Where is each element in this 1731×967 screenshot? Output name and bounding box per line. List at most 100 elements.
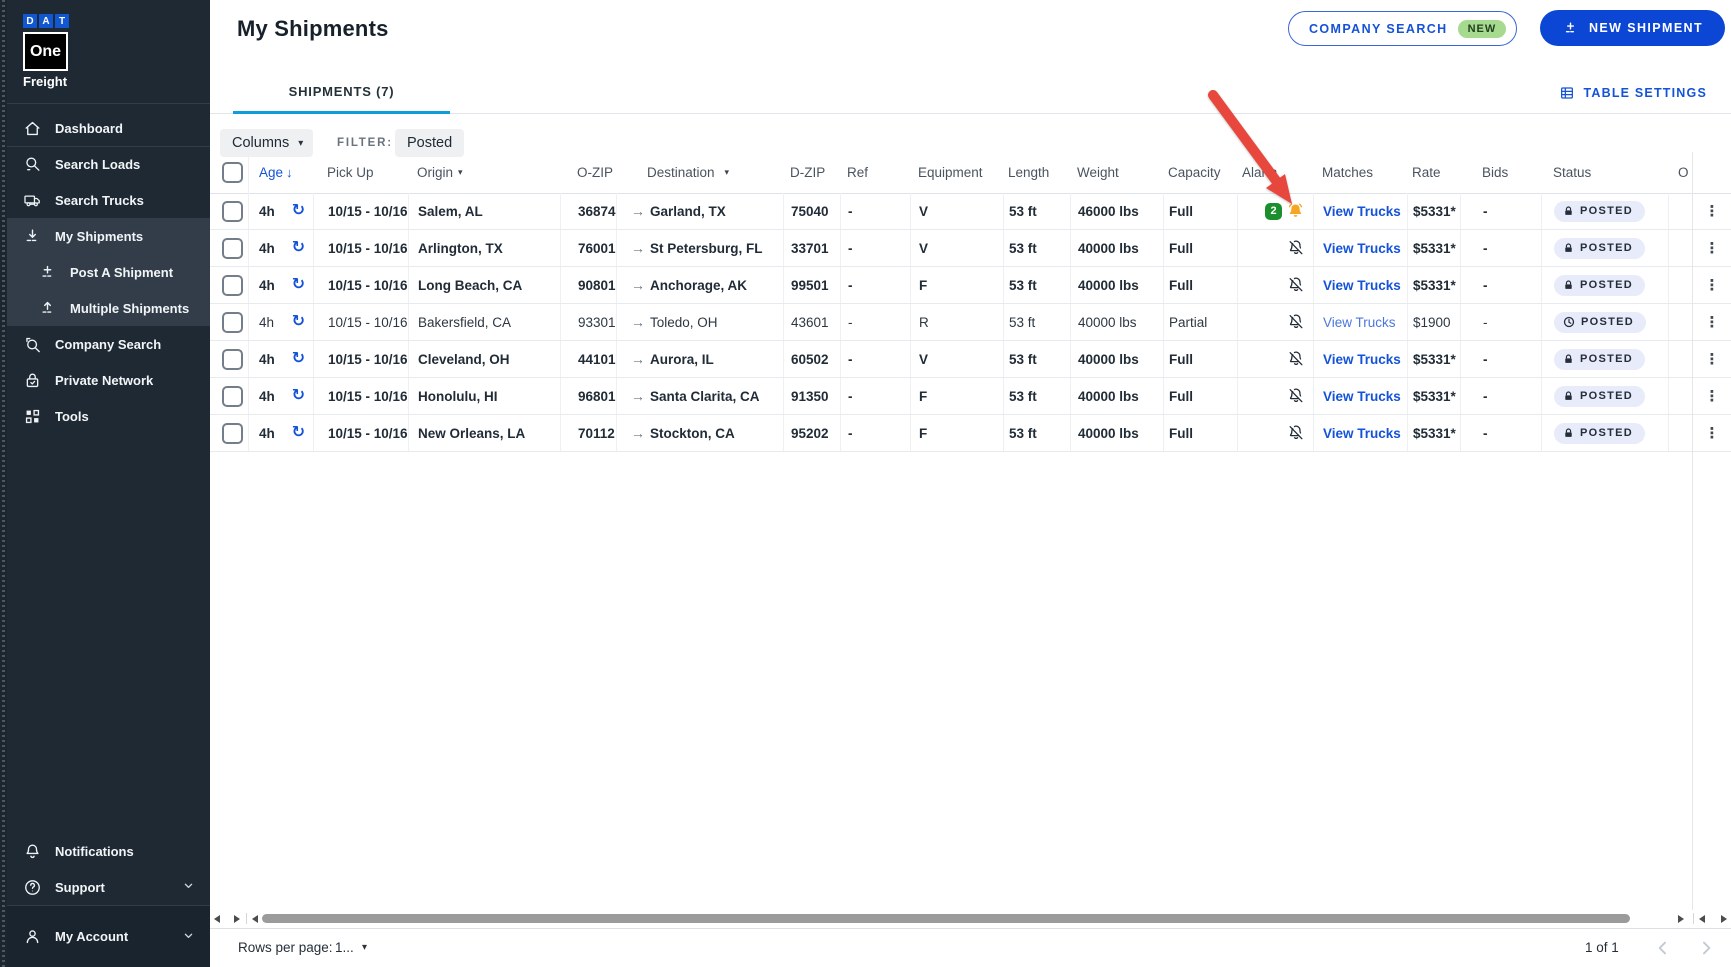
dat-one-freight-logo: D A T One Freight xyxy=(23,14,69,89)
new-shipment-button[interactable]: NEW SHIPMENT xyxy=(1540,10,1725,46)
capacity-cell: Full xyxy=(1163,230,1237,266)
refresh-icon[interactable]: ↻ xyxy=(292,351,305,367)
scroll-left-button[interactable] xyxy=(214,915,220,923)
refresh-icon[interactable]: ↻ xyxy=(292,277,305,293)
horizontal-scrollbar[interactable] xyxy=(210,913,1731,924)
kebab-icon: ⋮ xyxy=(1705,313,1720,331)
pickup-cell: 10/15 - 10/16 xyxy=(313,415,408,451)
bell-muted-icon[interactable] xyxy=(1287,387,1305,405)
row-actions-button[interactable]: ⋮ xyxy=(1692,230,1731,266)
row-checkbox[interactable] xyxy=(222,312,243,333)
row-actions-button[interactable]: ⋮ xyxy=(1692,415,1731,451)
column-header-capacity: Capacity xyxy=(1163,152,1237,193)
table-settings-button[interactable]: TABLE SETTINGS xyxy=(1559,85,1707,101)
row-checkbox[interactable] xyxy=(222,238,243,259)
row-checkbox[interactable] xyxy=(222,423,243,444)
bell-muted-icon[interactable] xyxy=(1287,239,1305,257)
overflow-cell xyxy=(1668,341,1692,377)
scroll-left-button[interactable] xyxy=(252,915,258,923)
sidebar-item-multiple-shipments[interactable]: Multiple Shipments xyxy=(0,290,210,326)
destination-cell: →Anchorage, AK xyxy=(616,267,783,303)
sidebar-item-post-a-shipment[interactable]: Post A Shipment xyxy=(0,254,210,290)
origin-cell: Salem, AL xyxy=(408,193,560,229)
length-cell: 53 ft xyxy=(1003,415,1070,451)
scroll-right-button[interactable] xyxy=(1678,915,1684,923)
select-all-cell xyxy=(210,152,248,193)
destination-cell: →St Petersburg, FL xyxy=(616,230,783,266)
row-checkbox[interactable] xyxy=(222,349,243,370)
row-actions-button[interactable]: ⋮ xyxy=(1692,378,1731,414)
row-checkbox[interactable] xyxy=(222,201,243,222)
matches-cell: View Trucks xyxy=(1313,230,1407,266)
view-trucks-link[interactable]: View Trucks xyxy=(1323,204,1401,219)
sidebar-item-label: Company Search xyxy=(55,337,161,352)
column-header-age[interactable]: Age↓ xyxy=(248,152,313,193)
row-actions-button[interactable]: ⋮ xyxy=(1692,193,1731,229)
arrow-right-icon: → xyxy=(631,351,645,367)
bell-muted-icon[interactable] xyxy=(1287,350,1305,368)
refresh-icon[interactable]: ↻ xyxy=(292,388,305,404)
scroll-left-button[interactable] xyxy=(1699,915,1705,923)
bell-muted-icon[interactable] xyxy=(1287,313,1305,331)
sidebar-item-notifications[interactable]: Notifications xyxy=(0,833,210,869)
weight-cell: 40000 lbs xyxy=(1070,304,1163,340)
sidebar-item-search-trucks[interactable]: Search Trucks xyxy=(0,182,210,218)
bids-cell: - xyxy=(1460,267,1541,303)
row-checkbox[interactable] xyxy=(222,275,243,296)
next-page-button[interactable] xyxy=(1693,935,1719,961)
company-search-button[interactable]: COMPANY SEARCH NEW xyxy=(1288,11,1517,46)
sidebar-item-company-search[interactable]: Company Search xyxy=(0,326,210,362)
view-trucks-link[interactable]: View Trucks xyxy=(1323,389,1401,404)
lock-icon xyxy=(1563,205,1574,217)
bell-muted-icon[interactable] xyxy=(1287,276,1305,294)
select-all-checkbox[interactable] xyxy=(222,162,243,183)
age-cell: 4h↻ xyxy=(248,267,313,303)
lock-icon xyxy=(1563,390,1574,402)
sidebar-item-private-network[interactable]: Private Network xyxy=(0,362,210,398)
lock-check-icon xyxy=(22,370,42,390)
sidebar-item-my-shipments[interactable]: My Shipments xyxy=(0,218,210,254)
view-trucks-link[interactable]: View Trucks xyxy=(1323,315,1396,330)
refresh-icon[interactable]: ↻ xyxy=(292,203,305,219)
age-cell: 4h↻ xyxy=(248,415,313,451)
sidebar-item-support[interactable]: Support xyxy=(0,869,210,905)
previous-page-button[interactable] xyxy=(1650,935,1676,961)
matches-cell: View Trucks xyxy=(1313,415,1407,451)
capacity-cell: Full xyxy=(1163,341,1237,377)
bell-muted-icon[interactable] xyxy=(1287,424,1305,442)
scroll-right-button[interactable] xyxy=(234,915,240,923)
scrollbar-thumb[interactable] xyxy=(262,914,1630,923)
refresh-icon[interactable]: ↻ xyxy=(292,314,305,330)
scroll-right-button[interactable] xyxy=(1721,915,1727,923)
tab-shipments[interactable]: SHIPMENTS (7) xyxy=(233,71,450,114)
sidebar-item-search-loads[interactable]: Search Loads xyxy=(0,146,210,182)
age-cell: 4h↻ xyxy=(248,341,313,377)
row-select-cell xyxy=(210,415,248,451)
view-trucks-link[interactable]: View Trucks xyxy=(1323,352,1401,367)
sidebar-item-tools[interactable]: Tools xyxy=(0,398,210,434)
column-header-origin[interactable]: Origin▾ xyxy=(408,152,560,193)
column-header-equipment: Equipment xyxy=(910,152,1003,193)
bell-ringing-icon[interactable] xyxy=(1286,202,1305,221)
bids-cell: - xyxy=(1460,341,1541,377)
view-trucks-link[interactable]: View Trucks xyxy=(1323,426,1401,441)
sidebar-item-label: Private Network xyxy=(55,373,153,388)
column-header-destination[interactable]: Destination▾ xyxy=(616,152,783,193)
overflow-cell xyxy=(1668,267,1692,303)
row-actions-button[interactable]: ⋮ xyxy=(1692,304,1731,340)
chevron-down-icon[interactable]: ▾ xyxy=(362,942,367,953)
status-cell: POSTED xyxy=(1541,230,1668,266)
view-trucks-link[interactable]: View Trucks xyxy=(1323,278,1401,293)
rows-per-page-value[interactable]: 1... xyxy=(335,940,354,955)
table-header-row: Age↓ Pick Up Origin▾ O-ZIP Destination▾ … xyxy=(210,152,1731,194)
chevron-down-icon: ▾ xyxy=(725,167,730,178)
refresh-icon[interactable]: ↻ xyxy=(292,425,305,441)
sidebar-item-my-account[interactable]: My Account xyxy=(0,906,210,967)
row-actions-button[interactable]: ⋮ xyxy=(1692,341,1731,377)
sidebar-item-label: Post A Shipment xyxy=(70,265,173,280)
refresh-icon[interactable]: ↻ xyxy=(292,240,305,256)
view-trucks-link[interactable]: View Trucks xyxy=(1323,241,1401,256)
sidebar-item-dashboard[interactable]: Dashboard xyxy=(0,110,210,146)
row-checkbox[interactable] xyxy=(222,386,243,407)
row-actions-button[interactable]: ⋮ xyxy=(1692,267,1731,303)
